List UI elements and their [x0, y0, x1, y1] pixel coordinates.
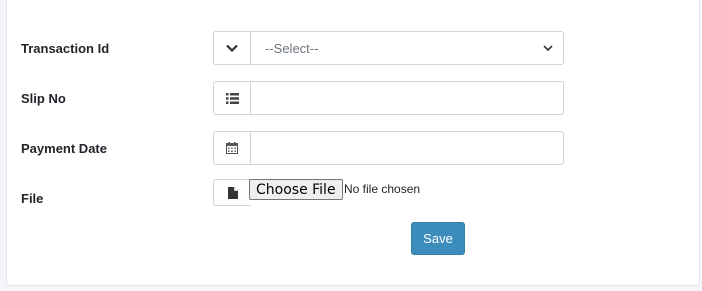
payment-date-label: Payment Date [21, 141, 107, 156]
list-icon [213, 81, 251, 115]
save-button[interactable]: Save [411, 222, 465, 255]
form-card: Transaction Id --Select-- Slip No Paymen… [6, 0, 700, 286]
select-caret-icon [543, 45, 553, 51]
file-icon [213, 179, 251, 206]
slip-no-label: Slip No [21, 91, 66, 106]
payment-date-input[interactable] [250, 131, 564, 165]
calendar-icon [213, 131, 251, 165]
choose-file-button[interactable]: Choose File [249, 179, 343, 200]
transaction-id-select[interactable]: --Select-- [250, 31, 564, 65]
file-label: File [21, 191, 44, 206]
file-status-text: No file chosen [344, 182, 421, 196]
transaction-id-selected-value: --Select-- [265, 40, 319, 56]
slip-no-input[interactable] [250, 81, 564, 115]
transaction-id-label: Transaction Id [21, 41, 110, 56]
chevron-down-icon [213, 31, 251, 65]
